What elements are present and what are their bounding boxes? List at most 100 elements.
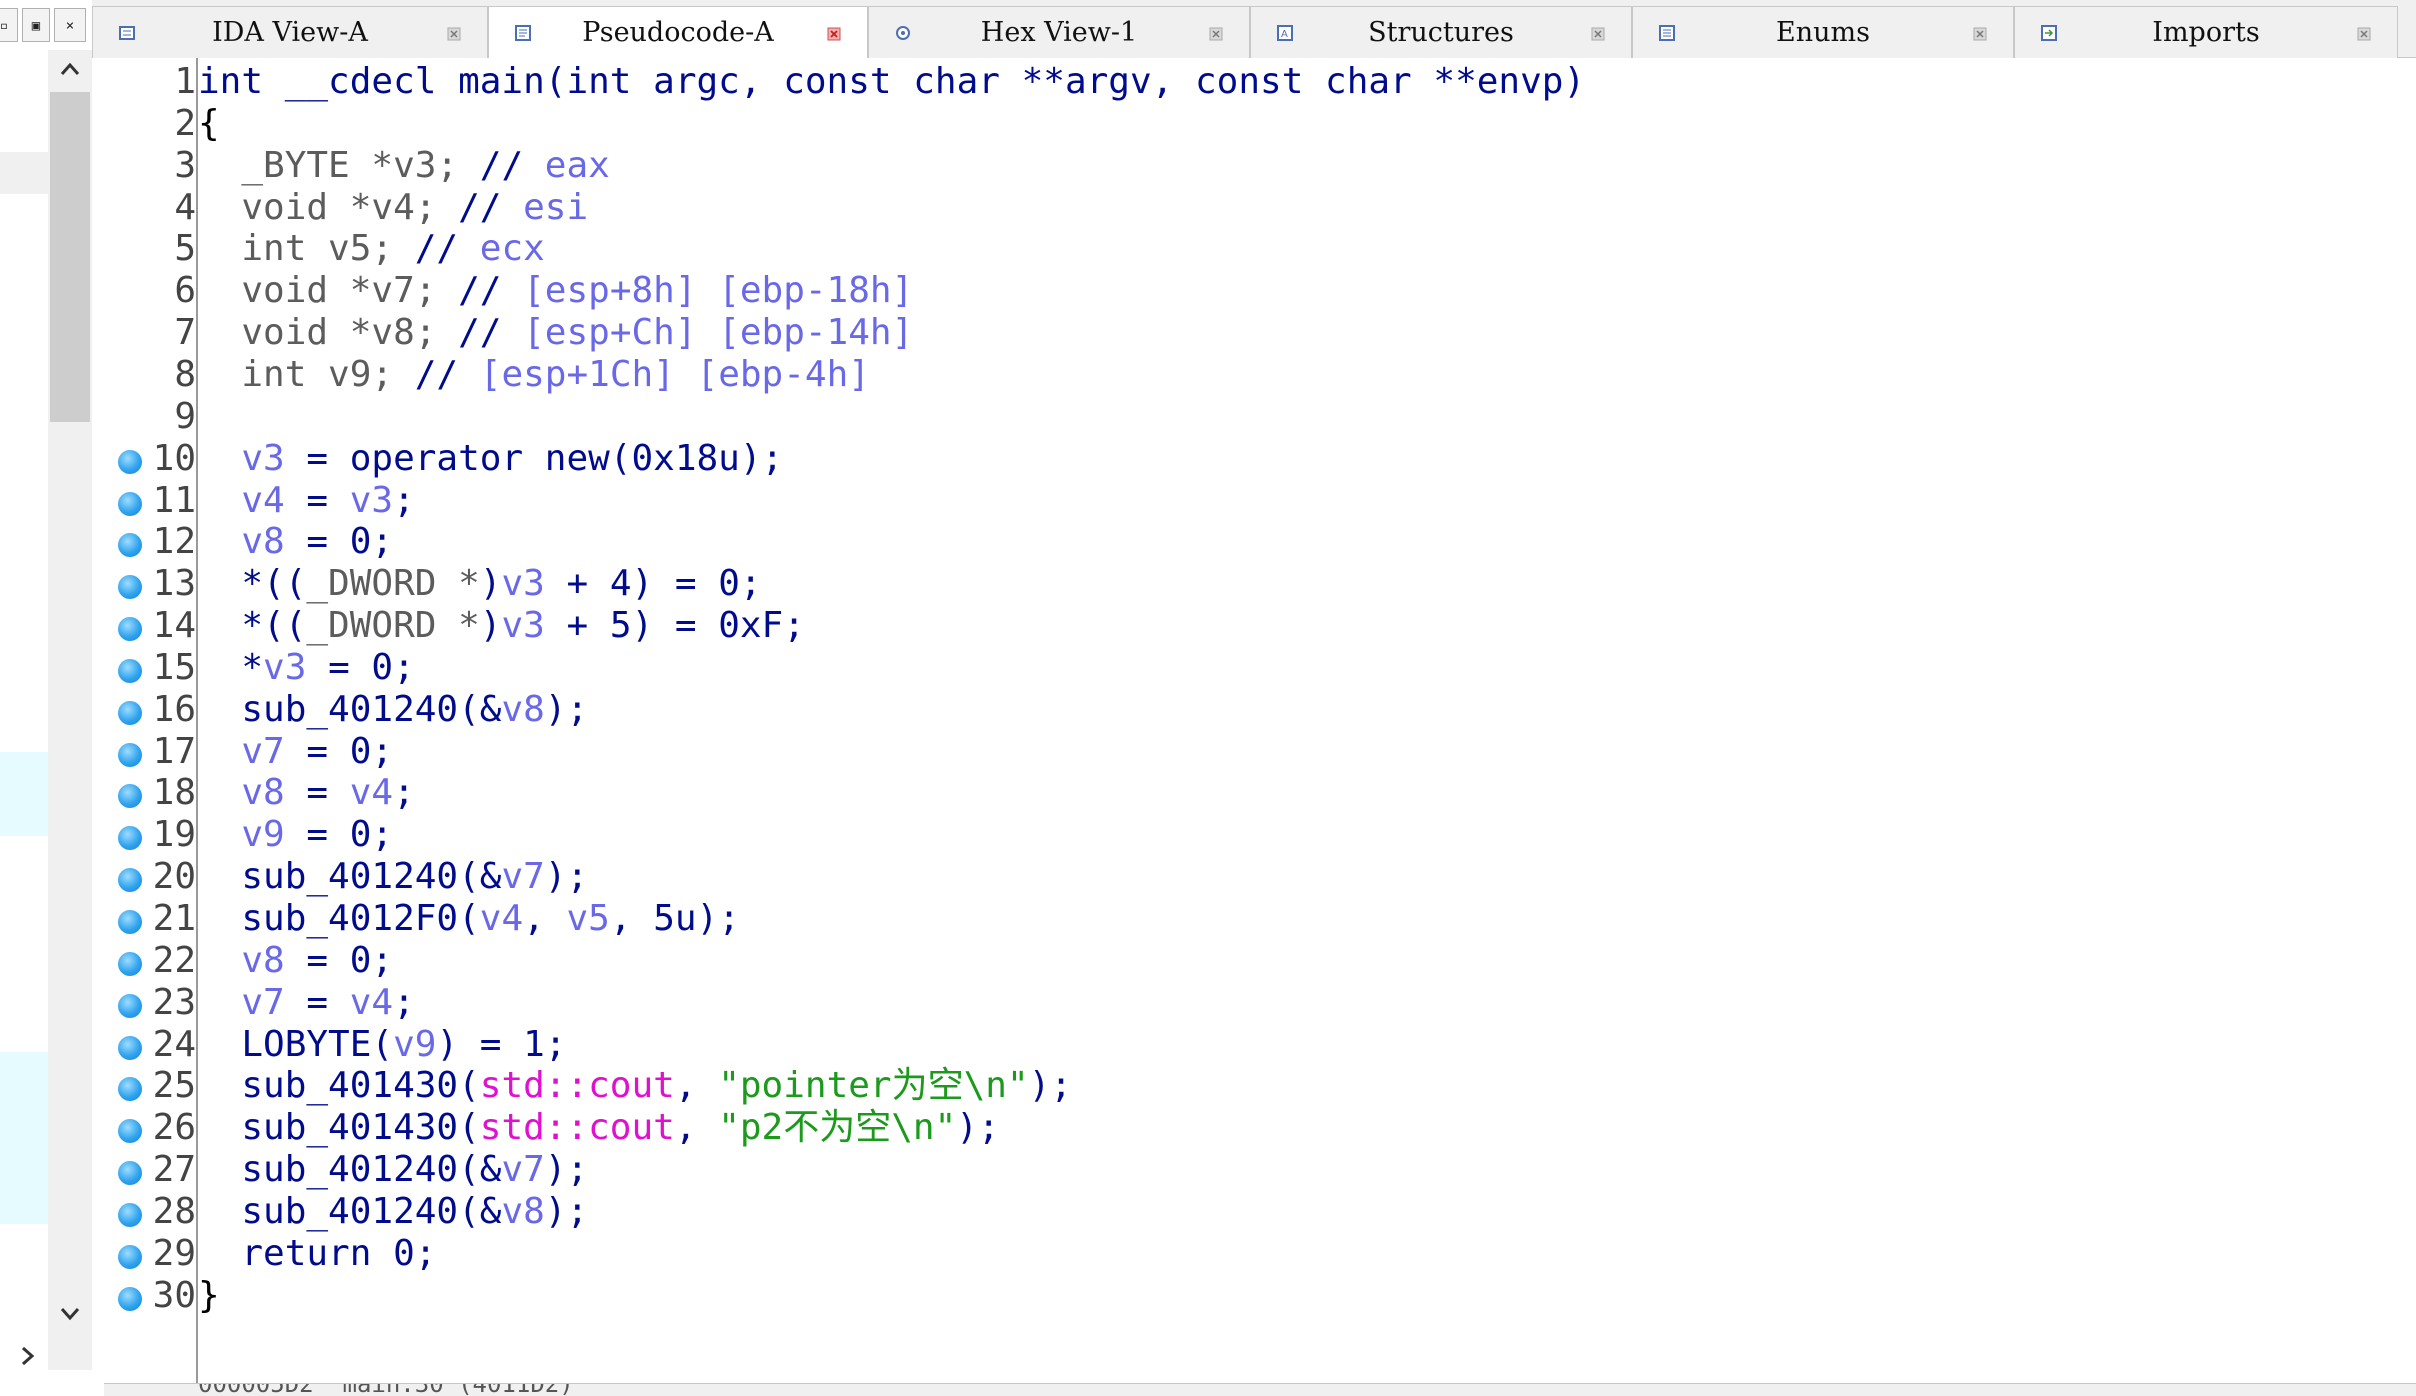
breakpoint-dot-icon[interactable] [118,826,142,851]
code-text[interactable]: LOBYTE(v9) = 1; [198,1024,566,1066]
scrollbar-thumb[interactable] [50,92,90,422]
float-window-button[interactable]: ▣ [22,8,50,42]
code-line[interactable]: 4 void *v4; // esi [104,187,2404,229]
breakpoint-dot-icon[interactable] [118,1035,142,1060]
code-text[interactable]: *((_DWORD *)v3 + 4) = 0; [198,563,761,605]
code-text[interactable]: int __cdecl main(int argc, const char **… [198,61,1585,103]
close-tab-icon[interactable] [827,27,841,41]
code-line[interactable]: 23 v7 = v4; [104,982,2404,1024]
code-text[interactable]: v9 = 0; [198,814,393,856]
code-line[interactable]: 11 v4 = v3; [104,480,2404,522]
code-line[interactable]: 21 sub_4012F0(v4, v5, 5u); [104,898,2404,940]
breakpoint-dot-icon[interactable] [118,868,142,893]
code-line[interactable]: 18 v8 = v4; [104,772,2404,814]
tab-imports[interactable]: Imports [2014,6,2398,58]
breakpoint-dot-icon[interactable] [118,1202,142,1227]
code-line[interactable]: 16 sub_401240(&v8); [104,689,2404,731]
code-text[interactable]: { [198,103,220,145]
code-text[interactable]: sub_401240(&v7); [198,1149,588,1191]
code-text[interactable]: void *v8; // [esp+Ch] [ebp-14h] [198,312,913,354]
code-text[interactable]: sub_401430(std::cout, "p2不为空\n"); [198,1107,999,1149]
code-line[interactable]: 12 v8 = 0; [104,521,2404,563]
breakpoint-dot-icon[interactable] [118,1286,142,1311]
code-line[interactable]: 7 void *v8; // [esp+Ch] [ebp-14h] [104,312,2404,354]
code-text[interactable]: v7 = 0; [198,731,393,773]
breakpoint-dot-icon[interactable] [118,784,142,809]
code-text[interactable]: v8 = 0; [198,940,393,982]
pseudocode-editor[interactable]: 1 int __cdecl main(int argc, const char *… [104,58,2416,1383]
scroll-up-chevron-icon[interactable] [52,52,88,88]
tab-hex-view-1[interactable]: Hex View-1 [868,6,1250,58]
code-line[interactable]: 8 int v9; // [esp+1Ch] [ebp-4h] [104,354,2404,396]
breakpoint-dot-icon[interactable] [118,951,142,976]
code-line[interactable]: 2{ [104,103,2404,145]
breakpoint-dot-icon[interactable] [118,575,142,600]
code-line[interactable]: 3 _BYTE *v3; // eax [104,145,2404,187]
code-line[interactable]: 13 *((_DWORD *)v3 + 4) = 0; [104,563,2404,605]
code-text[interactable]: *((_DWORD *)v3 + 5) = 0xF; [198,605,805,647]
tab-structures[interactable]: A Structures [1250,6,1632,58]
code-line[interactable]: 14 *((_DWORD *)v3 + 5) = 0xF; [104,605,2404,647]
restore-window-button[interactable]: ▫ [0,8,18,42]
breakpoint-dot-icon[interactable] [118,617,142,642]
code-line[interactable]: 22 v8 = 0; [104,940,2404,982]
tab-ida-view-a[interactable]: IDA View-A [92,6,488,58]
code-line[interactable]: 20 sub_401240(&v7); [104,856,2404,898]
code-line[interactable]: 19 v9 = 0; [104,814,2404,856]
code-text[interactable]: int v5; // ecx [198,228,544,270]
close-tab-icon[interactable] [1209,27,1223,41]
tab-enums[interactable]: Enums [1632,6,2014,58]
scroll-down-chevron-icon[interactable] [52,1296,88,1332]
code-text[interactable]: sub_401240(&v7); [198,856,588,898]
close-tab-icon[interactable] [1591,27,1605,41]
breakpoint-dot-icon[interactable] [118,533,142,558]
breakpoint-dot-icon[interactable] [118,449,142,474]
code-text[interactable]: return 0; [198,1233,436,1275]
code-line[interactable]: 28 sub_401240(&v8); [104,1191,2404,1233]
code-line[interactable]: 24 LOBYTE(v9) = 1; [104,1024,2404,1066]
code-line[interactable]: 9 [104,396,2404,438]
scroll-right-chevron-icon[interactable] [10,1338,46,1374]
breakpoint-dot-icon[interactable] [118,742,142,767]
code-text[interactable]: *v3 = 0; [198,647,414,689]
breakpoint-dot-icon[interactable] [118,1119,142,1144]
code-line[interactable]: 10 v3 = operator new(0x18u); [104,438,2404,480]
code-line[interactable]: 6 void *v7; // [esp+8h] [ebp-18h] [104,270,2404,312]
close-tab-icon[interactable] [2357,27,2371,41]
close-tab-icon[interactable] [1973,27,1987,41]
code-text[interactable]: v3 = operator new(0x18u); [198,438,783,480]
breakpoint-dot-icon[interactable] [118,658,142,683]
code-text[interactable]: void *v7; // [esp+8h] [ebp-18h] [198,270,913,312]
code-text[interactable]: _BYTE *v3; // eax [198,145,609,187]
code-text[interactable]: v8 = v4; [198,772,414,814]
code-line[interactable]: 15 *v3 = 0; [104,647,2404,689]
code-text[interactable]: int v9; // [esp+1Ch] [ebp-4h] [198,354,870,396]
code-text[interactable]: sub_401240(&v8); [198,1191,588,1233]
breakpoint-dot-icon[interactable] [118,910,142,934]
code-text[interactable]: } [198,1275,220,1317]
breakpoint-dot-icon[interactable] [118,700,142,725]
close-tab-icon[interactable] [447,27,461,41]
code-text[interactable]: v8 = 0; [198,521,393,563]
code-line[interactable]: 29 return 0; [104,1233,2404,1275]
code-line[interactable]: 1 int __cdecl main(int argc, const char *… [104,61,2404,103]
code-text[interactable]: sub_401240(&v8); [198,689,588,731]
code-line[interactable]: 25 sub_401430(std::cout, "pointer为空\n"); [104,1065,2404,1107]
code-text[interactable]: void *v4; // esi [198,187,588,229]
code-text[interactable]: sub_401430(std::cout, "pointer为空\n"); [198,1065,1072,1107]
breakpoint-dot-icon[interactable] [118,491,142,516]
breakpoint-dot-icon[interactable] [118,1244,142,1269]
code-line[interactable]: 5 int v5; // ecx [104,228,2404,270]
breakpoint-dot-icon[interactable] [118,1077,142,1102]
code-text[interactable]: v4 = v3; [198,480,414,522]
close-window-button[interactable]: × [54,8,86,42]
code-line[interactable]: 17 v7 = 0; [104,731,2404,773]
code-line[interactable]: 27 sub_401240(&v7); [104,1149,2404,1191]
code-line[interactable]: 30} [104,1275,2404,1317]
code-line[interactable]: 26 sub_401430(std::cout, "p2不为空\n"); [104,1107,2404,1149]
code-text[interactable]: v7 = v4; [198,982,414,1024]
tab-pseudocode-a[interactable]: Pseudocode-A [488,6,868,59]
code-text[interactable]: sub_4012F0(v4, v5, 5u); [198,898,740,940]
breakpoint-dot-icon[interactable] [118,993,142,1018]
breakpoint-dot-icon[interactable] [118,1161,142,1186]
